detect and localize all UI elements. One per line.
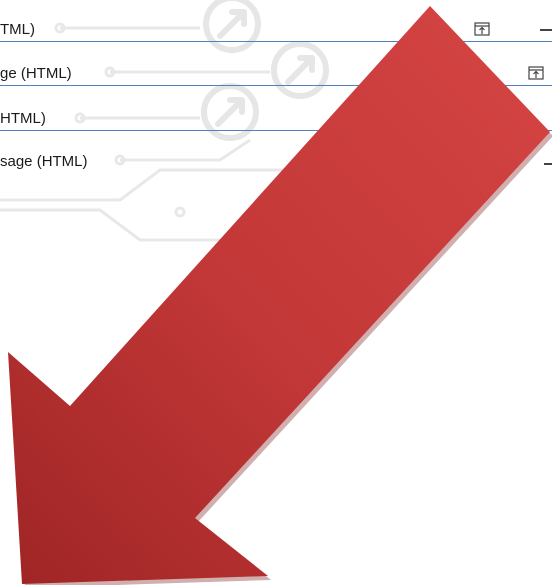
row-divider [0,85,552,86]
message-label: ge (HTML) [0,65,72,82]
attachment-icon[interactable] [474,22,490,36]
minimize-icon[interactable] [544,163,552,165]
message-label: sage (HTML) [0,153,88,170]
minimize-icon[interactable] [540,29,552,31]
list-item[interactable]: sage (HTML) [0,150,552,174]
list-item[interactable]: ge (HTML) [0,62,552,86]
attachment-icon[interactable] [528,66,544,80]
list-item[interactable]: HTML) [0,107,552,131]
row-divider [0,130,552,131]
row-divider [0,41,552,42]
message-label: HTML) [0,110,46,127]
list-item[interactable]: TML) [0,18,552,42]
attachment-icon[interactable] [502,154,518,168]
red-pointer-arrow-icon [8,6,552,585]
message-label: TML) [0,21,35,38]
